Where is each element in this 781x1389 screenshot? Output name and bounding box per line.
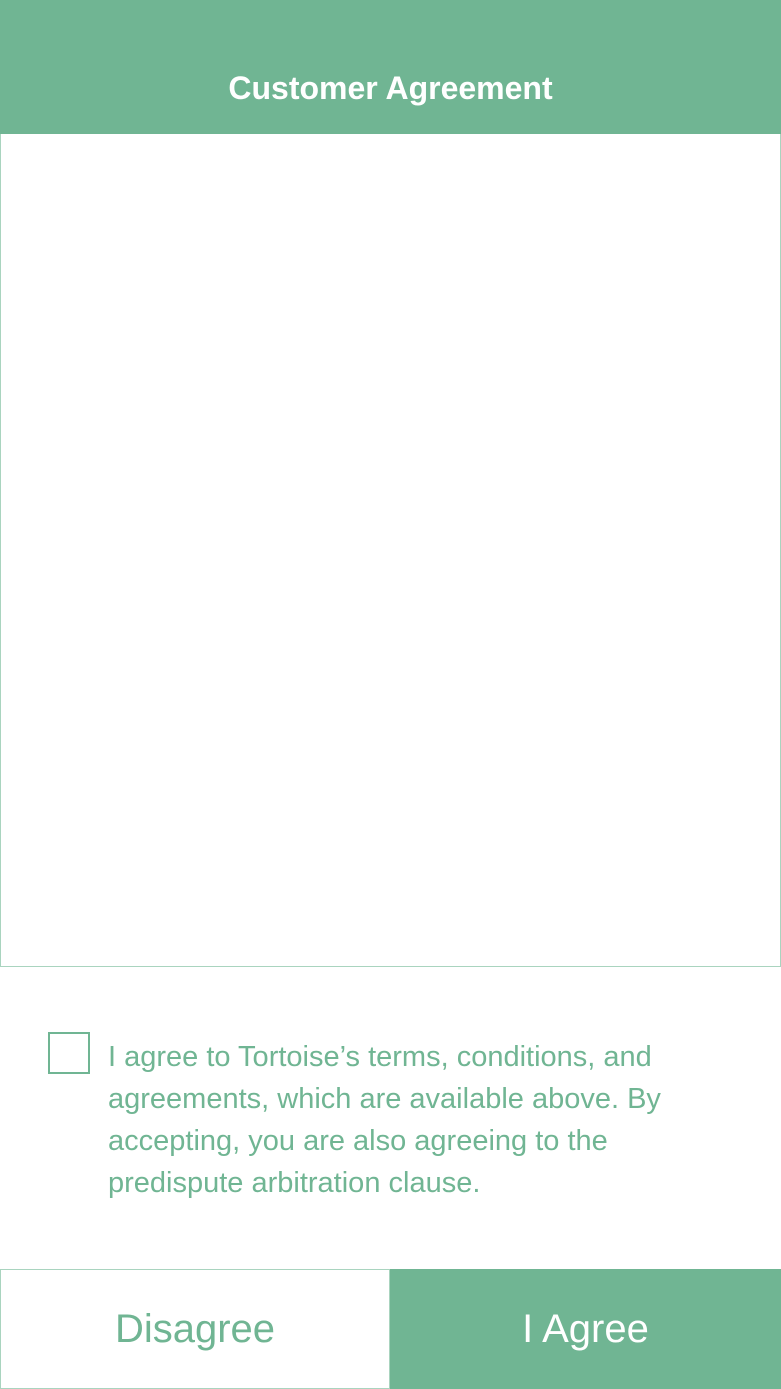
agree-button[interactable]: I Agree [390, 1269, 781, 1389]
disagree-button[interactable]: Disagree [0, 1269, 390, 1389]
agreement-text-panel[interactable] [0, 134, 781, 967]
agree-checkbox[interactable] [48, 1032, 90, 1074]
action-bar: Disagree I Agree [0, 1269, 781, 1389]
header-bar: Customer Agreement [0, 0, 781, 134]
customer-agreement-screen: Customer Agreement I agree to Tortoise’s… [0, 0, 781, 1389]
page-title: Customer Agreement [228, 69, 553, 106]
consent-label: I agree to Tortoise’s terms, conditions,… [108, 1041, 661, 1199]
